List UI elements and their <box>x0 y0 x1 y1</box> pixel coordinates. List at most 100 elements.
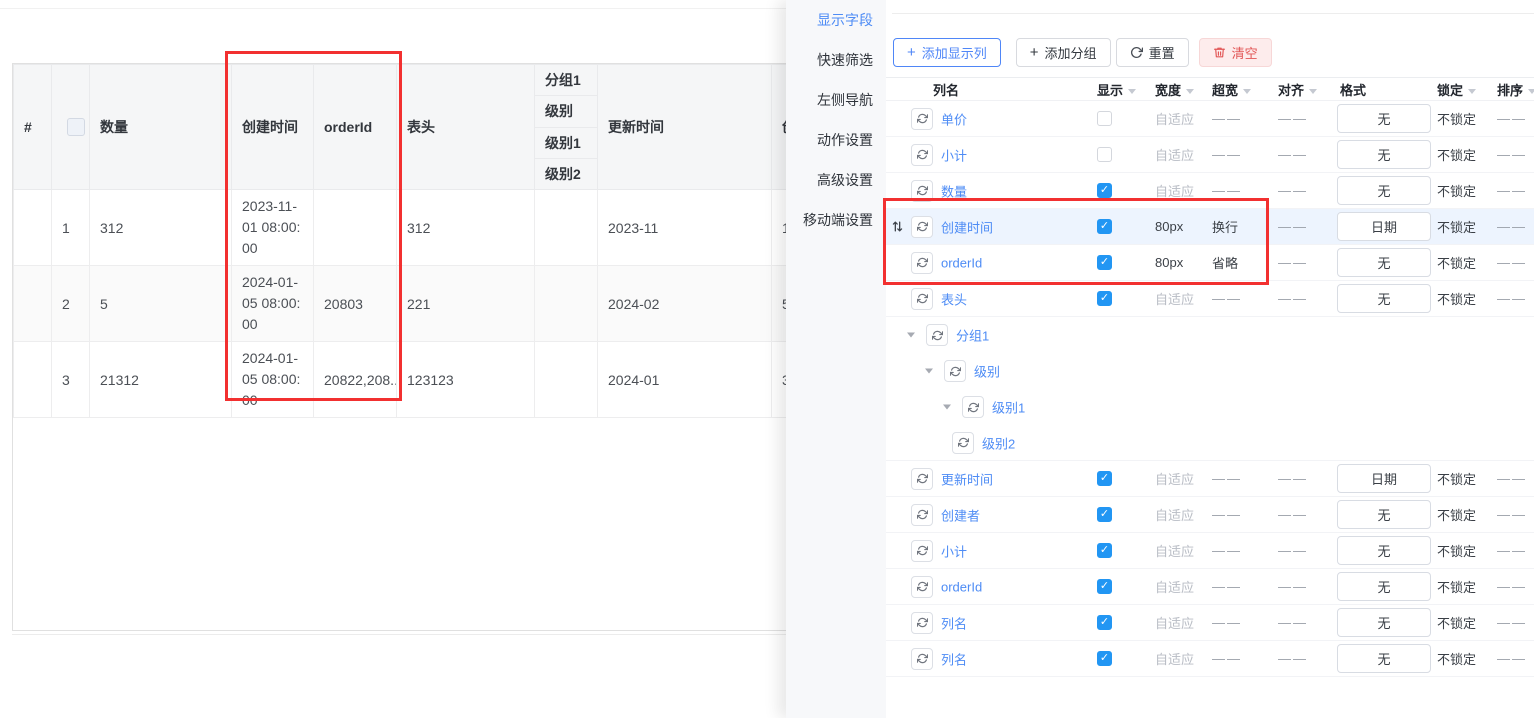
overwide-cell[interactable]: —— <box>1207 471 1265 486</box>
column-name-link[interactable]: 列名 <box>941 649 967 668</box>
visible-checkbox[interactable]: ✓ <box>1097 651 1112 666</box>
visible-checkbox[interactable]: ✓ <box>1097 615 1112 630</box>
overwide-cell[interactable]: —— <box>1207 183 1265 198</box>
reset-button[interactable]: 重置 <box>1116 38 1189 67</box>
table-row[interactable]: 3 21312 2024-01-05 08:00:00 20822,208...… <box>14 342 787 418</box>
replace-field-button[interactable] <box>962 396 984 418</box>
sort-cell[interactable]: —— <box>1493 255 1534 270</box>
align-cell[interactable]: —— <box>1265 471 1329 486</box>
column-name-link[interactable]: 表头 <box>941 289 967 308</box>
column-name-link[interactable]: 级别2 <box>982 433 1015 452</box>
replace-field-button[interactable] <box>926 324 948 346</box>
sort-cell[interactable]: —— <box>1493 147 1534 162</box>
config-row[interactable]: 列名✓自适应————无不锁定—— <box>886 641 1534 677</box>
replace-field-button[interactable] <box>911 144 933 166</box>
sort-cell[interactable]: —— <box>1493 471 1534 486</box>
align-cell[interactable]: —— <box>1265 291 1329 306</box>
width-cell[interactable]: 自适应 <box>1149 469 1207 488</box>
sort-cell[interactable]: —— <box>1493 579 1534 594</box>
replace-field-button[interactable] <box>911 648 933 670</box>
column-name-link[interactable]: 创建时间 <box>941 217 993 236</box>
visible-checkbox[interactable]: ✓ <box>1097 507 1112 522</box>
replace-field-button[interactable] <box>911 576 933 598</box>
config-row[interactable]: 级别2 <box>886 425 1534 461</box>
format-select[interactable]: 无 <box>1337 176 1431 205</box>
replace-field-button[interactable] <box>911 180 933 202</box>
align-cell[interactable]: —— <box>1265 255 1329 270</box>
format-select[interactable]: 日期 <box>1337 464 1431 493</box>
lock-cell[interactable]: 不锁定 <box>1435 649 1493 668</box>
overwide-cell[interactable]: —— <box>1207 615 1265 630</box>
overwide-cell[interactable]: 换行 <box>1207 217 1265 236</box>
header-align[interactable]: 对齐 <box>1265 80 1329 99</box>
lock-cell[interactable]: 不锁定 <box>1435 505 1493 524</box>
format-select[interactable]: 无 <box>1337 572 1431 601</box>
visible-checkbox[interactable]: ✓ <box>1097 543 1112 558</box>
width-cell[interactable]: 自适应 <box>1149 109 1207 128</box>
sort-cell[interactable]: —— <box>1493 219 1534 234</box>
sort-cell[interactable]: —— <box>1493 543 1534 558</box>
replace-field-button[interactable] <box>952 432 974 454</box>
align-cell[interactable]: —— <box>1265 543 1329 558</box>
align-cell[interactable]: —— <box>1265 147 1329 162</box>
format-select[interactable]: 无 <box>1337 104 1431 133</box>
column-name-link[interactable]: 小计 <box>941 145 967 164</box>
config-row[interactable]: 创建时间✓80px换行——日期不锁定—— <box>886 209 1534 245</box>
width-cell[interactable]: 自适应 <box>1149 181 1207 200</box>
lock-cell[interactable]: 不锁定 <box>1435 469 1493 488</box>
config-row[interactable]: orderId✓80px省略——无不锁定—— <box>886 245 1534 281</box>
replace-field-button[interactable] <box>911 504 933 526</box>
overwide-cell[interactable]: —— <box>1207 543 1265 558</box>
config-row[interactable]: 更新时间✓自适应————日期不锁定—— <box>886 461 1534 497</box>
overwide-cell[interactable]: —— <box>1207 111 1265 126</box>
lock-cell[interactable]: 不锁定 <box>1435 289 1493 308</box>
sort-cell[interactable]: —— <box>1493 111 1534 126</box>
lock-cell[interactable]: 不锁定 <box>1435 181 1493 200</box>
column-name-link[interactable]: 创建者 <box>941 505 980 524</box>
replace-field-button[interactable] <box>911 288 933 310</box>
column-name-link[interactable]: 列名 <box>941 613 967 632</box>
width-cell[interactable]: 80px <box>1149 255 1207 270</box>
column-name-link[interactable]: 单价 <box>941 109 967 128</box>
sidebar-item[interactable]: 移动端设置 <box>786 200 886 240</box>
align-cell[interactable]: —— <box>1265 651 1329 666</box>
visible-checkbox[interactable] <box>1097 111 1112 126</box>
visible-checkbox[interactable]: ✓ <box>1097 579 1112 594</box>
replace-field-button[interactable] <box>911 108 933 130</box>
column-name-link[interactable]: orderId <box>941 255 982 270</box>
width-cell[interactable]: 自适应 <box>1149 649 1207 668</box>
select-all-checkbox[interactable] <box>67 118 85 136</box>
config-row[interactable]: 小计自适应————无不锁定—— <box>886 137 1534 173</box>
column-name-link[interactable]: 分组1 <box>956 326 989 345</box>
format-select[interactable]: 无 <box>1337 536 1431 565</box>
format-select[interactable]: 日期 <box>1337 212 1431 241</box>
overwide-cell[interactable]: —— <box>1207 147 1265 162</box>
config-row[interactable]: 单价自适应————无不锁定—— <box>886 101 1534 137</box>
replace-field-button[interactable] <box>911 612 933 634</box>
header-width[interactable]: 宽度 <box>1149 80 1207 99</box>
table-row[interactable]: 2 5 2024-01-05 08:00:00 20803 221 2024-0… <box>14 266 787 342</box>
align-cell[interactable]: —— <box>1265 183 1329 198</box>
column-name-link[interactable]: 数量 <box>941 181 967 200</box>
visible-checkbox[interactable]: ✓ <box>1097 255 1112 270</box>
lock-cell[interactable]: 不锁定 <box>1435 577 1493 596</box>
format-select[interactable]: 无 <box>1337 248 1431 277</box>
format-select[interactable]: 无 <box>1337 140 1431 169</box>
lock-cell[interactable]: 不锁定 <box>1435 217 1493 236</box>
lock-cell[interactable]: 不锁定 <box>1435 541 1493 560</box>
visible-checkbox[interactable] <box>1097 147 1112 162</box>
lock-cell[interactable]: 不锁定 <box>1435 613 1493 632</box>
overwide-cell[interactable]: —— <box>1207 291 1265 306</box>
tree-expand-arrow-icon[interactable] <box>907 333 915 338</box>
align-cell[interactable]: —— <box>1265 507 1329 522</box>
header-sort[interactable]: 排序 <box>1493 80 1534 99</box>
overwide-cell[interactable]: —— <box>1207 507 1265 522</box>
config-row[interactable]: 数量✓自适应————无不锁定—— <box>886 173 1534 209</box>
overwide-cell[interactable]: —— <box>1207 651 1265 666</box>
add-group-button[interactable]: + 添加分组 <box>1016 38 1111 67</box>
width-cell[interactable]: 自适应 <box>1149 577 1207 596</box>
sidebar-item[interactable]: 快速筛选 <box>786 40 886 80</box>
header-overwide[interactable]: 超宽 <box>1207 80 1265 99</box>
column-name-link[interactable]: orderId <box>941 579 982 594</box>
sort-cell[interactable]: —— <box>1493 651 1534 666</box>
